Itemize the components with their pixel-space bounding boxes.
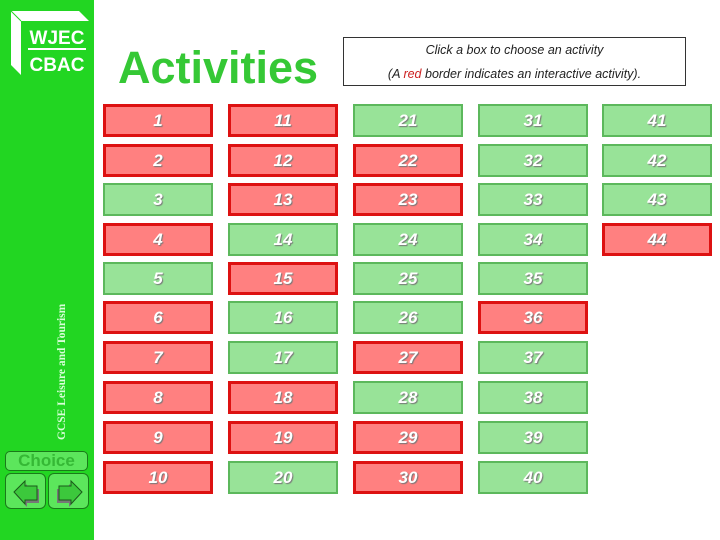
activity-box-16[interactable]: 16 (228, 301, 338, 334)
activity-box-36[interactable]: 36 (478, 301, 588, 334)
previous-button[interactable] (5, 473, 46, 509)
activity-box-3[interactable]: 3 (103, 183, 213, 216)
activity-box-44[interactable]: 44 (602, 223, 712, 256)
instructions-box: Click a box to choose an activity (A red… (343, 37, 686, 86)
activity-box-21[interactable]: 21 (353, 104, 463, 137)
logo-text-bottom: CBAC (30, 55, 85, 76)
page-title: Activities (118, 42, 319, 93)
activity-box-19[interactable]: 19 (228, 421, 338, 454)
activity-box-23[interactable]: 23 (353, 183, 463, 216)
choice-button[interactable]: Choice (5, 451, 88, 471)
activity-box-6[interactable]: 6 (103, 301, 213, 334)
activity-box-2[interactable]: 2 (103, 144, 213, 177)
activity-box-42[interactable]: 42 (602, 144, 712, 177)
arrow-left-icon (13, 479, 39, 507)
activity-box-43[interactable]: 43 (602, 183, 712, 216)
activity-box-8[interactable]: 8 (103, 381, 213, 414)
instruction-line-1: Click a box to choose an activity (425, 43, 604, 57)
next-button[interactable] (48, 473, 89, 509)
activity-box-41[interactable]: 41 (602, 104, 712, 137)
activity-box-4[interactable]: 4 (103, 223, 213, 256)
activity-box-14[interactable]: 14 (228, 223, 338, 256)
arrow-right-icon (57, 479, 83, 507)
wjec-logo: WJEC CBAC (9, 9, 91, 77)
activity-box-5[interactable]: 5 (103, 262, 213, 295)
activity-box-20[interactable]: 20 (228, 461, 338, 494)
activity-box-35[interactable]: 35 (478, 262, 588, 295)
activity-box-32[interactable]: 32 (478, 144, 588, 177)
activity-box-11[interactable]: 11 (228, 104, 338, 137)
activity-box-39[interactable]: 39 (478, 421, 588, 454)
activity-box-24[interactable]: 24 (353, 223, 463, 256)
activity-box-29[interactable]: 29 (353, 421, 463, 454)
instruction-suffix: border indicates an interactive activity… (421, 67, 642, 81)
activity-box-12[interactable]: 12 (228, 144, 338, 177)
activity-box-7[interactable]: 7 (103, 341, 213, 374)
activity-box-37[interactable]: 37 (478, 341, 588, 374)
activity-box-27[interactable]: 27 (353, 341, 463, 374)
instruction-red-word: red (403, 67, 422, 81)
instruction-line-2: (A red border indicates an interactive a… (344, 67, 685, 81)
sidebar: WJEC CBAC GCSE Leisure and Tourism Choic… (0, 0, 94, 540)
activity-box-18[interactable]: 18 (228, 381, 338, 414)
activity-box-17[interactable]: 17 (228, 341, 338, 374)
activity-box-13[interactable]: 13 (228, 183, 338, 216)
course-label: GCSE Leisure and Tourism (56, 303, 68, 440)
activity-box-33[interactable]: 33 (478, 183, 588, 216)
activity-box-26[interactable]: 26 (353, 301, 463, 334)
activity-box-40[interactable]: 40 (478, 461, 588, 494)
instruction-prefix: (A (387, 67, 404, 81)
activity-box-30[interactable]: 30 (353, 461, 463, 494)
activity-box-15[interactable]: 15 (228, 262, 338, 295)
activity-box-22[interactable]: 22 (353, 144, 463, 177)
activity-box-28[interactable]: 28 (353, 381, 463, 414)
activity-box-38[interactable]: 38 (478, 381, 588, 414)
activity-box-9[interactable]: 9 (103, 421, 213, 454)
activity-box-1[interactable]: 1 (103, 104, 213, 137)
activity-box-10[interactable]: 10 (103, 461, 213, 494)
logo-text-top: WJEC (30, 28, 85, 49)
activity-box-34[interactable]: 34 (478, 223, 588, 256)
activity-box-25[interactable]: 25 (353, 262, 463, 295)
activity-box-31[interactable]: 31 (478, 104, 588, 137)
